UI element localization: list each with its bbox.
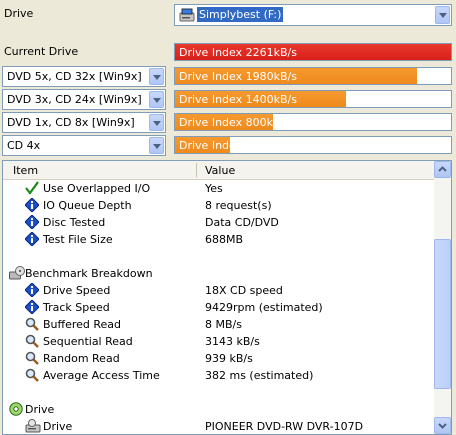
list-header: Item Value [3, 161, 434, 180]
row-item-value: 688MB [205, 233, 244, 246]
compare-bar-4: Drive Index 450kB/s [174, 136, 452, 154]
compare-bar-text: Drive Index 800kB/s [179, 116, 290, 129]
table-row[interactable]: Random Read 939 kB/s [3, 350, 434, 367]
check-icon [25, 181, 39, 195]
row-item-value: 3143 kB/s [205, 335, 260, 348]
row-item-value: Data CD/DVD [205, 216, 279, 229]
chevron-down-icon[interactable] [149, 91, 164, 108]
compare-select-value: DVD 1x, CD 8x [Win9x] [7, 116, 135, 129]
row-item-value: 8 MB/s [205, 318, 242, 331]
magnifier-icon [25, 368, 39, 382]
row-item-value: Yes [205, 182, 223, 195]
compare-bar-text: Drive Index 1400kB/s [179, 93, 297, 106]
row-item-name: Use Overlapped I/O [43, 182, 151, 195]
compare-select-3[interactable]: DVD 1x, CD 8x [Win9x] [2, 112, 166, 133]
current-drive-bar-text: Drive Index 2261kB/s [179, 46, 297, 59]
scroll-thumb[interactable] [434, 239, 451, 389]
info-icon [24, 299, 40, 315]
compare-bar-text: Drive Index 450kB/s [179, 139, 290, 152]
benchmark-icon [9, 266, 25, 280]
row-item-value: 18X CD speed [205, 284, 283, 297]
list-group-row[interactable]: Benchmark Breakdown [3, 265, 434, 282]
row-item-value: 939 kB/s [205, 352, 253, 365]
drive-icon [179, 8, 195, 22]
row-item-name: Random Read [43, 352, 120, 365]
table-row[interactable]: Average Access Time 382 ms (estimated) [3, 367, 434, 384]
row-item-value: 9429rpm (estimated) [205, 301, 323, 314]
compare-select-4[interactable]: CD 4x [2, 135, 166, 156]
vertical-scrollbar[interactable] [434, 161, 451, 434]
row-item-name: Test File Size [43, 233, 113, 246]
compare-select-2[interactable]: DVD 3x, CD 24x [Win9x] [2, 89, 166, 110]
row-item-name: Sequential Read [43, 335, 133, 348]
scroll-down-button[interactable] [434, 417, 451, 434]
table-row[interactable]: Buffered Read 8 MB/s [3, 316, 434, 333]
info-icon [24, 282, 40, 298]
compare-bar-3: Drive Index 800kB/s [174, 113, 452, 131]
row-item-name: Benchmark Breakdown [25, 267, 153, 280]
chevron-down-icon[interactable] [149, 114, 164, 131]
magnifier-icon [25, 317, 39, 331]
row-item-name: Buffered Read [43, 318, 122, 331]
info-icon [24, 231, 40, 247]
magnifier-icon [25, 334, 39, 348]
table-row[interactable]: Sequential Read 3143 kB/s [3, 333, 434, 350]
compare-select-1[interactable]: DVD 5x, CD 32x [Win9x] [2, 66, 166, 87]
compare-bar-1: Drive Index 1980kB/s [174, 67, 452, 85]
info-icon [24, 197, 40, 213]
drive-icon [25, 419, 41, 433]
row-item-name: Drive Speed [43, 284, 111, 297]
column-header-value[interactable]: Value [205, 164, 235, 177]
row-item-value: 8 request(s) [205, 199, 272, 212]
disc-icon [9, 402, 23, 416]
table-row[interactable]: Use Overlapped I/O Yes [3, 180, 434, 197]
compare-bar-2: Drive Index 1400kB/s [174, 90, 452, 108]
drive-label: Drive [4, 7, 34, 20]
row-item-name: Disc Tested [43, 216, 106, 229]
table-row[interactable]: Drive PIONEER DVD-RW DVR-107D [3, 418, 434, 434]
info-icon [24, 214, 40, 230]
compare-bar-text: Drive Index 1980kB/s [179, 70, 297, 83]
list-group-row[interactable]: Drive [3, 401, 434, 418]
current-drive-label: Current Drive [4, 45, 79, 58]
compare-select-value: DVD 5x, CD 32x [Win9x] [7, 70, 142, 83]
table-row[interactable]: Disc Tested Data CD/DVD [3, 214, 434, 231]
magnifier-icon [25, 351, 39, 365]
table-row[interactable]: Drive Speed 18X CD speed [3, 282, 434, 299]
row-item-name: Average Access Time [43, 369, 160, 382]
scroll-up-button[interactable] [434, 161, 451, 178]
table-row[interactable]: Test File Size 688MB [3, 231, 434, 248]
compare-select-value: DVD 3x, CD 24x [Win9x] [7, 93, 142, 106]
current-drive-bar: Drive Index 2261kB/s [174, 43, 452, 61]
row-item-value: 382 ms (estimated) [205, 369, 314, 382]
compare-select-value: CD 4x [7, 139, 41, 152]
row-item-name: IO Queue Depth [43, 199, 132, 212]
chevron-down-icon[interactable] [149, 137, 164, 154]
row-item-value: PIONEER DVD-RW DVR-107D [205, 420, 364, 433]
table-row[interactable]: Track Speed 9429rpm (estimated) [3, 299, 434, 316]
column-header-item[interactable]: Item [13, 164, 38, 177]
row-item-name: Track Speed [43, 301, 110, 314]
table-row[interactable]: IO Queue Depth 8 request(s) [3, 197, 434, 214]
details-list[interactable]: Item Value Use Overlapped I/O Yes IO Queue… [2, 160, 452, 435]
column-separator[interactable] [196, 163, 197, 177]
chevron-down-icon[interactable] [149, 68, 164, 85]
drive-select-value: Simplybest (F:) [197, 7, 284, 22]
row-item-name: Drive [25, 403, 55, 416]
chevron-down-icon[interactable] [435, 6, 450, 24]
drive-select[interactable]: Simplybest (F:) [174, 4, 452, 26]
row-item-name: Drive [43, 420, 73, 433]
